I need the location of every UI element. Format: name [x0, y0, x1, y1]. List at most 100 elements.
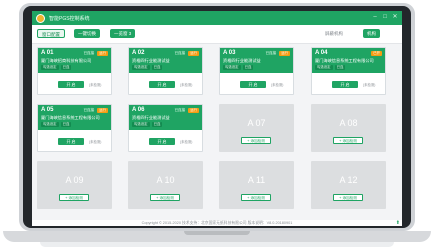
filter-button[interactable]: 机构	[363, 29, 380, 38]
station-name: A 08	[339, 118, 358, 128]
badge: 勾选设定	[315, 65, 333, 70]
maximize-icon[interactable]: □	[382, 14, 388, 20]
detect-status: (未检测)	[89, 83, 102, 87]
station-card[interactable]: A 02 已连接 运行 资格四行业能测试益 勾选设定 已连开 启 (未检测)	[128, 47, 203, 95]
station-name: A 07	[247, 118, 266, 128]
station-org: 厦门海峡信息系统工程有限公司	[315, 58, 374, 63]
station-card[interactable]: A 07 +添加检测	[219, 104, 294, 152]
badge: 勾选设定	[41, 65, 59, 70]
station-badges: 勾选设定 已连	[41, 65, 72, 70]
open-button[interactable]: 开 启	[149, 81, 175, 88]
detect-status: (未检测)	[180, 140, 193, 144]
badge: 已连	[151, 65, 163, 70]
add-detection-button[interactable]: +添加检测	[241, 137, 271, 144]
station-name: A 05	[41, 107, 54, 113]
add-detection-button[interactable]: +添加检测	[241, 194, 271, 201]
badge: 已连	[60, 65, 72, 70]
connection-status: 已连接	[83, 108, 95, 112]
station-status: 已连接 运行	[83, 108, 108, 113]
app-screen: 智能PGS控制系统 – □ ✕ 窗口配置 一键切换 一览窗 3 屏蔽机构 机构 …	[32, 11, 402, 226]
add-detection-label: 添加检测	[342, 196, 357, 200]
station-org: 厦门海峡信息系统工程有限公司	[41, 115, 100, 120]
detect-status: (未检测)	[180, 83, 193, 87]
station-name: A 03	[223, 50, 236, 56]
connection-status: 已连接	[174, 51, 186, 55]
filter-label: 屏蔽机构	[325, 31, 343, 36]
toolbar: 窗口配置 一键切换 一览窗 3 屏蔽机构 机构	[32, 25, 402, 44]
detect-status: (未检测)	[271, 83, 284, 87]
open-button[interactable]: 开 启	[58, 81, 84, 88]
connection-status: 已连接	[265, 51, 277, 55]
add-detection-label: 添加检测	[250, 139, 265, 143]
station-name: A 10	[156, 175, 175, 185]
station-status: 已连接 运行	[83, 51, 108, 56]
add-detection-label: 添加检测	[68, 196, 83, 200]
add-detection-button[interactable]: +添加检测	[150, 194, 180, 201]
minimize-icon[interactable]: –	[372, 14, 378, 20]
run-tag: 已开	[371, 51, 382, 56]
add-detection-button[interactable]: +添加检测	[333, 194, 363, 201]
station-card[interactable]: A 11 +添加检测	[219, 161, 294, 209]
open-button[interactable]: 开 启	[240, 81, 266, 88]
open-button[interactable]: 开 启	[58, 138, 84, 145]
add-detection-label: 添加检测	[159, 196, 174, 200]
station-card[interactable]: A 04 已开厦门海峡信息系统工程有限公司 勾选设定 已连开 启 (未检测)	[311, 47, 386, 95]
badge: 已连	[60, 122, 72, 127]
badge: 已连	[242, 65, 254, 70]
open-button[interactable]: 开 启	[332, 81, 358, 88]
station-card[interactable]: A 09 +添加检测	[37, 161, 112, 209]
run-tag: 运行	[188, 51, 199, 56]
badge: 勾选设定	[41, 122, 59, 127]
station-card[interactable]: A 12 +添加检测	[311, 161, 386, 209]
station-org: 资格四行业能测试益	[132, 58, 170, 63]
station-card[interactable]: A 01 已连接 运行 厦门海峡招商科技有限公司 勾选设定 已连开 启 (未检测)	[37, 47, 112, 95]
station-name: A 04	[315, 50, 328, 56]
add-detection-label: 添加检测	[342, 139, 357, 143]
station-name: A 02	[132, 50, 145, 56]
station-org: 资格四行业能测试益	[132, 115, 170, 120]
detect-status: (未检测)	[89, 140, 102, 144]
window-controls: – □ ✕	[372, 14, 398, 20]
open-button[interactable]: 开 启	[149, 138, 175, 145]
add-detection-button[interactable]: +添加检测	[59, 194, 89, 201]
badge: 勾选设定	[223, 65, 241, 70]
station-badges: 勾选设定 已连	[132, 122, 163, 127]
one-key-switch-button[interactable]: 一键切换	[74, 29, 100, 38]
run-tag: 运行	[279, 51, 290, 56]
station-name: A 12	[339, 175, 358, 185]
app-logo	[36, 13, 45, 23]
station-card[interactable]: A 08 +添加检测	[311, 104, 386, 152]
upload-icon[interactable]: ⬆	[396, 220, 400, 226]
station-org: 厦门海峡招商科技有限公司	[41, 58, 92, 63]
station-config-button[interactable]: 窗口配置	[37, 29, 65, 38]
station-card[interactable]: A 10 +添加检测	[128, 161, 203, 209]
badge: 勾选设定	[132, 65, 150, 70]
station-card[interactable]: A 05 已连接 运行厦门海峡信息系统工程有限公司 勾选设定 已连开 启 (未检测)	[37, 104, 112, 152]
badge: 勾选设定	[132, 122, 150, 127]
add-detection-button[interactable]: +添加检测	[333, 137, 363, 144]
close-icon[interactable]: ✕	[392, 14, 398, 20]
view-grid-button[interactable]: 一览窗 3	[110, 29, 136, 38]
station-status: 已连接 运行	[174, 51, 199, 56]
station-badges: 勾选设定 已连	[41, 122, 72, 127]
station-badges: 勾选设定 已连	[315, 65, 346, 70]
station-badges: 勾选设定 已连	[132, 65, 163, 70]
badge: 已连	[334, 65, 346, 70]
station-name: A 11	[247, 175, 266, 185]
connection-status: 已连接	[83, 51, 95, 55]
station-org: 资格四行业能测试益	[223, 58, 261, 63]
laptop-shadow	[40, 242, 394, 247]
station-status: 已连接 运行	[174, 108, 199, 113]
station-grid: A 01 已连接 运行 厦门海峡招商科技有限公司 勾选设定 已连开 启 (未检测) A 02 已…	[32, 43, 402, 220]
detect-status: (未检测)	[363, 83, 376, 87]
run-tag: 运行	[97, 51, 108, 56]
station-name: A 06	[132, 107, 145, 113]
station-card[interactable]: A 03 已连接 运行 资格四行业能测试益 勾选设定 已连开 启 (未检测)	[219, 47, 294, 95]
run-tag: 运行	[97, 108, 108, 113]
footer: Copyright © 2015-2020 技术支持：北京国家无纸科技有限公司 …	[32, 220, 402, 226]
app-title: 智能PGS控制系统	[49, 15, 90, 22]
station-card[interactable]: A 06 已连接 运行 资格四行业能测试益 勾选设定 已连开 启 (未检测)	[128, 104, 203, 152]
badge: 已连	[151, 122, 163, 127]
station-status: 已连接 运行	[265, 51, 290, 56]
add-detection-label: 添加检测	[250, 196, 265, 200]
